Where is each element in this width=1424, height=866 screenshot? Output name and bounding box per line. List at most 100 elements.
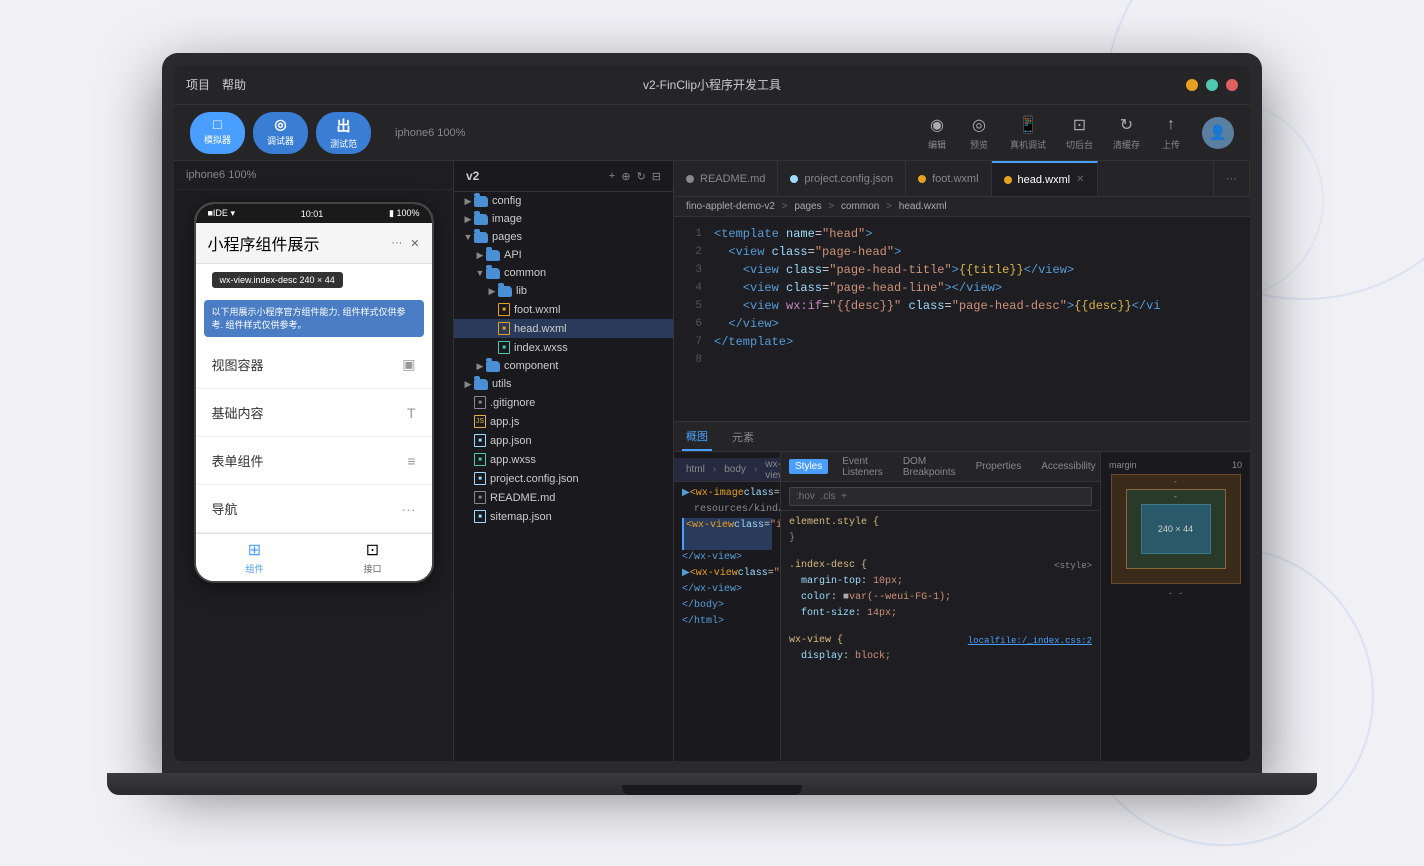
new-file-icon[interactable]: + xyxy=(609,170,615,183)
tree-label-gitignore: .gitignore xyxy=(490,397,535,409)
styles-tab-event-listeners[interactable]: Event Listeners xyxy=(836,454,889,480)
phone-title-bar: 小程序组件展示 ··· ✕ xyxy=(196,223,432,264)
tree-item-pages[interactable]: ▼ pages xyxy=(454,228,673,246)
tab-foot-wxml[interactable]: foot.wxml xyxy=(906,161,991,196)
style-rule-index-desc: .index-desc { <style> margin-top: 10px; … xyxy=(789,558,1092,622)
dom-tag-wx-view-index[interactable]: wx-view.index xyxy=(761,459,780,481)
minimize-button[interactable] xyxy=(1186,79,1198,91)
tree-arrow-common: ▼ xyxy=(474,268,486,278)
tree-item-component[interactable]: ▶ component xyxy=(454,357,673,375)
devtools-tab-overview[interactable]: 概图 xyxy=(682,422,712,451)
tab-more[interactable]: ⋯ xyxy=(1213,161,1250,196)
debugger-label: 调试器 xyxy=(267,134,294,147)
styles-tab-properties[interactable]: Properties xyxy=(970,459,1028,474)
devtools-tab-element[interactable]: 元素 xyxy=(728,422,758,451)
menu-item-project[interactable]: 项目 xyxy=(186,76,210,93)
phone-nav-item-1[interactable]: ⊡ 接口 xyxy=(314,534,432,581)
file-icon-sitemap: ■ xyxy=(474,510,486,523)
phone-info: iphone6 100% xyxy=(174,161,453,190)
tree-item-foot-wxml[interactable]: ▶ ■ foot.wxml xyxy=(454,300,673,319)
tree-item-config[interactable]: ▶ config xyxy=(454,192,673,210)
breadcrumb-part-2: common xyxy=(841,201,879,212)
tree-item-app-js[interactable]: ▶ JS app.js xyxy=(454,412,673,431)
folder-icon-utils xyxy=(474,379,488,390)
file-icon-head-wxml: ■ xyxy=(498,322,510,335)
styles-tab-dom-breakpoints[interactable]: DOM Breakpoints xyxy=(897,454,962,480)
line-content-4: <view class="page-head-line"></view> xyxy=(714,279,1250,297)
style-source-index-desc: <style> xyxy=(1054,558,1092,574)
menu-items: 项目 帮助 xyxy=(186,76,246,93)
action-edit[interactable]: ◉ 编辑 xyxy=(926,114,948,151)
toolbar-actions: ◉ 编辑 ◎ 预览 📱 真机调试 ⊡ 切后台 xyxy=(926,114,1234,151)
dom-tag-html[interactable]: html xyxy=(682,464,709,475)
phone-more-icon[interactable]: ··· xyxy=(391,237,402,250)
phone-tooltip: wx-view.index-desc 240 × 44 xyxy=(212,272,343,288)
tree-item-app-json[interactable]: ▶ ■ app.json xyxy=(454,431,673,450)
line-content-3: <view class="page-head-title">{{title}}<… xyxy=(714,261,1250,279)
mode-btn-test[interactable]: 出 测试范 xyxy=(316,112,371,154)
phone-menu-item-1[interactable]: 基础内容 T xyxy=(196,389,432,437)
maximize-button[interactable] xyxy=(1206,79,1218,91)
tree-item-sitemap[interactable]: ▶ ■ sitemap.json xyxy=(454,507,673,526)
style-prop-margin-top: margin-top xyxy=(801,576,861,587)
dom-tag-body[interactable]: body xyxy=(720,464,750,475)
tree-item-project-config[interactable]: ▶ ■ project.config.json xyxy=(454,469,673,488)
tab-icon-project-config xyxy=(790,175,798,183)
tree-item-lib[interactable]: ▶ lib xyxy=(454,282,673,300)
tree-item-common[interactable]: ▼ common xyxy=(454,264,673,282)
line-num-2: 2 xyxy=(674,243,714,261)
devtools-dom-code: ▶ <wx-image class="index-logo" src="../r… xyxy=(674,482,780,634)
tab-project-config[interactable]: project.config.json xyxy=(778,161,906,196)
title-bar-left: 项目 帮助 xyxy=(186,76,246,93)
tree-item-app-wxss[interactable]: ▶ ■ app.wxss xyxy=(454,450,673,469)
code-editor[interactable]: 1 <template name="head"> 2 <view class="… xyxy=(674,217,1250,421)
phone-menu-item-3[interactable]: 导航 ··· xyxy=(196,485,432,533)
phone-menu-item-2[interactable]: 表单组件 ≡ xyxy=(196,437,432,485)
styles-filter-input[interactable] xyxy=(789,487,1092,506)
phone-nav-item-0[interactable]: ⊞ 组件 xyxy=(196,534,314,581)
refresh-icon[interactable]: ↻ xyxy=(637,170,646,183)
tree-item-index-wxss[interactable]: ▶ ■ index.wxss xyxy=(454,338,673,357)
phone-close-icon[interactable]: ✕ xyxy=(410,237,419,250)
new-folder-icon[interactable]: ⊕ xyxy=(621,170,630,183)
devtools-line-1: <wx-view class="index-desc">以下展示小程序官方组件能… xyxy=(682,518,772,550)
tab-readme[interactable]: README.md xyxy=(674,161,778,196)
tree-item-image[interactable]: ▶ image xyxy=(454,210,673,228)
line-num-5: 5 xyxy=(674,297,714,315)
tab-close-head-wxml[interactable]: ✕ xyxy=(1076,174,1084,185)
action-clear-cache[interactable]: ↻ 清缓存 xyxy=(1113,114,1140,151)
breadcrumb-sep-2: > xyxy=(886,201,892,212)
tree-label-app-json: app.json xyxy=(490,435,532,447)
styles-tab-accessibility[interactable]: Accessibility xyxy=(1035,459,1101,474)
mode-btn-debugger[interactable]: ◎ 调试器 xyxy=(253,112,308,154)
phone-menu-item-0[interactable]: 视图容器 ▣ xyxy=(196,341,432,389)
phone-nav-icon-1: ⊡ xyxy=(366,540,379,560)
user-avatar[interactable]: 👤 xyxy=(1202,117,1234,149)
tree-item-head-wxml[interactable]: ▶ ■ head.wxml xyxy=(454,319,673,338)
tree-arrow-lib: ▶ xyxy=(486,286,498,297)
collapse-icon[interactable]: ⊟ xyxy=(652,170,661,183)
laptop-container: 项目 帮助 v2-FinClip小程序开发工具 □ xyxy=(162,53,1262,813)
file-tree-icons: + ⊕ ↻ ⊟ xyxy=(609,170,661,183)
close-button[interactable] xyxy=(1226,79,1238,91)
mode-btn-simulator[interactable]: □ 模拟器 xyxy=(190,112,245,154)
device-debug-icon: 📱 xyxy=(1017,114,1039,136)
tab-head-wxml[interactable]: head.wxml ✕ xyxy=(992,161,1098,196)
menu-item-help[interactable]: 帮助 xyxy=(222,76,246,93)
style-rule-element: element.style { } xyxy=(789,515,1092,547)
action-device-debug[interactable]: 📱 真机调试 xyxy=(1010,114,1046,151)
action-preview[interactable]: ◎ 预览 xyxy=(968,114,990,151)
line-num-8: 8 xyxy=(674,351,714,369)
tree-item-readme[interactable]: ▶ ■ README.md xyxy=(454,488,673,507)
action-upload[interactable]: ↑ 上传 xyxy=(1160,114,1182,151)
action-background[interactable]: ⊡ 切后台 xyxy=(1066,114,1093,151)
tree-item-api[interactable]: ▶ API xyxy=(454,246,673,264)
tab-label-foot-wxml: foot.wxml xyxy=(932,173,978,185)
style-source-wx-view[interactable]: localfile:/_index.css:2 xyxy=(968,633,1092,649)
breadcrumb-sep-1: > xyxy=(828,201,834,212)
tree-item-utils[interactable]: ▶ utils xyxy=(454,375,673,393)
folder-icon-lib xyxy=(498,286,512,297)
styles-tab-styles[interactable]: Styles xyxy=(789,459,828,474)
phone-frame: ■IDE ▾ 10:01 ▮ 100% 小程序组件展示 ··· ✕ xyxy=(174,190,453,761)
tree-item-gitignore[interactable]: ▶ ■ .gitignore xyxy=(454,393,673,412)
